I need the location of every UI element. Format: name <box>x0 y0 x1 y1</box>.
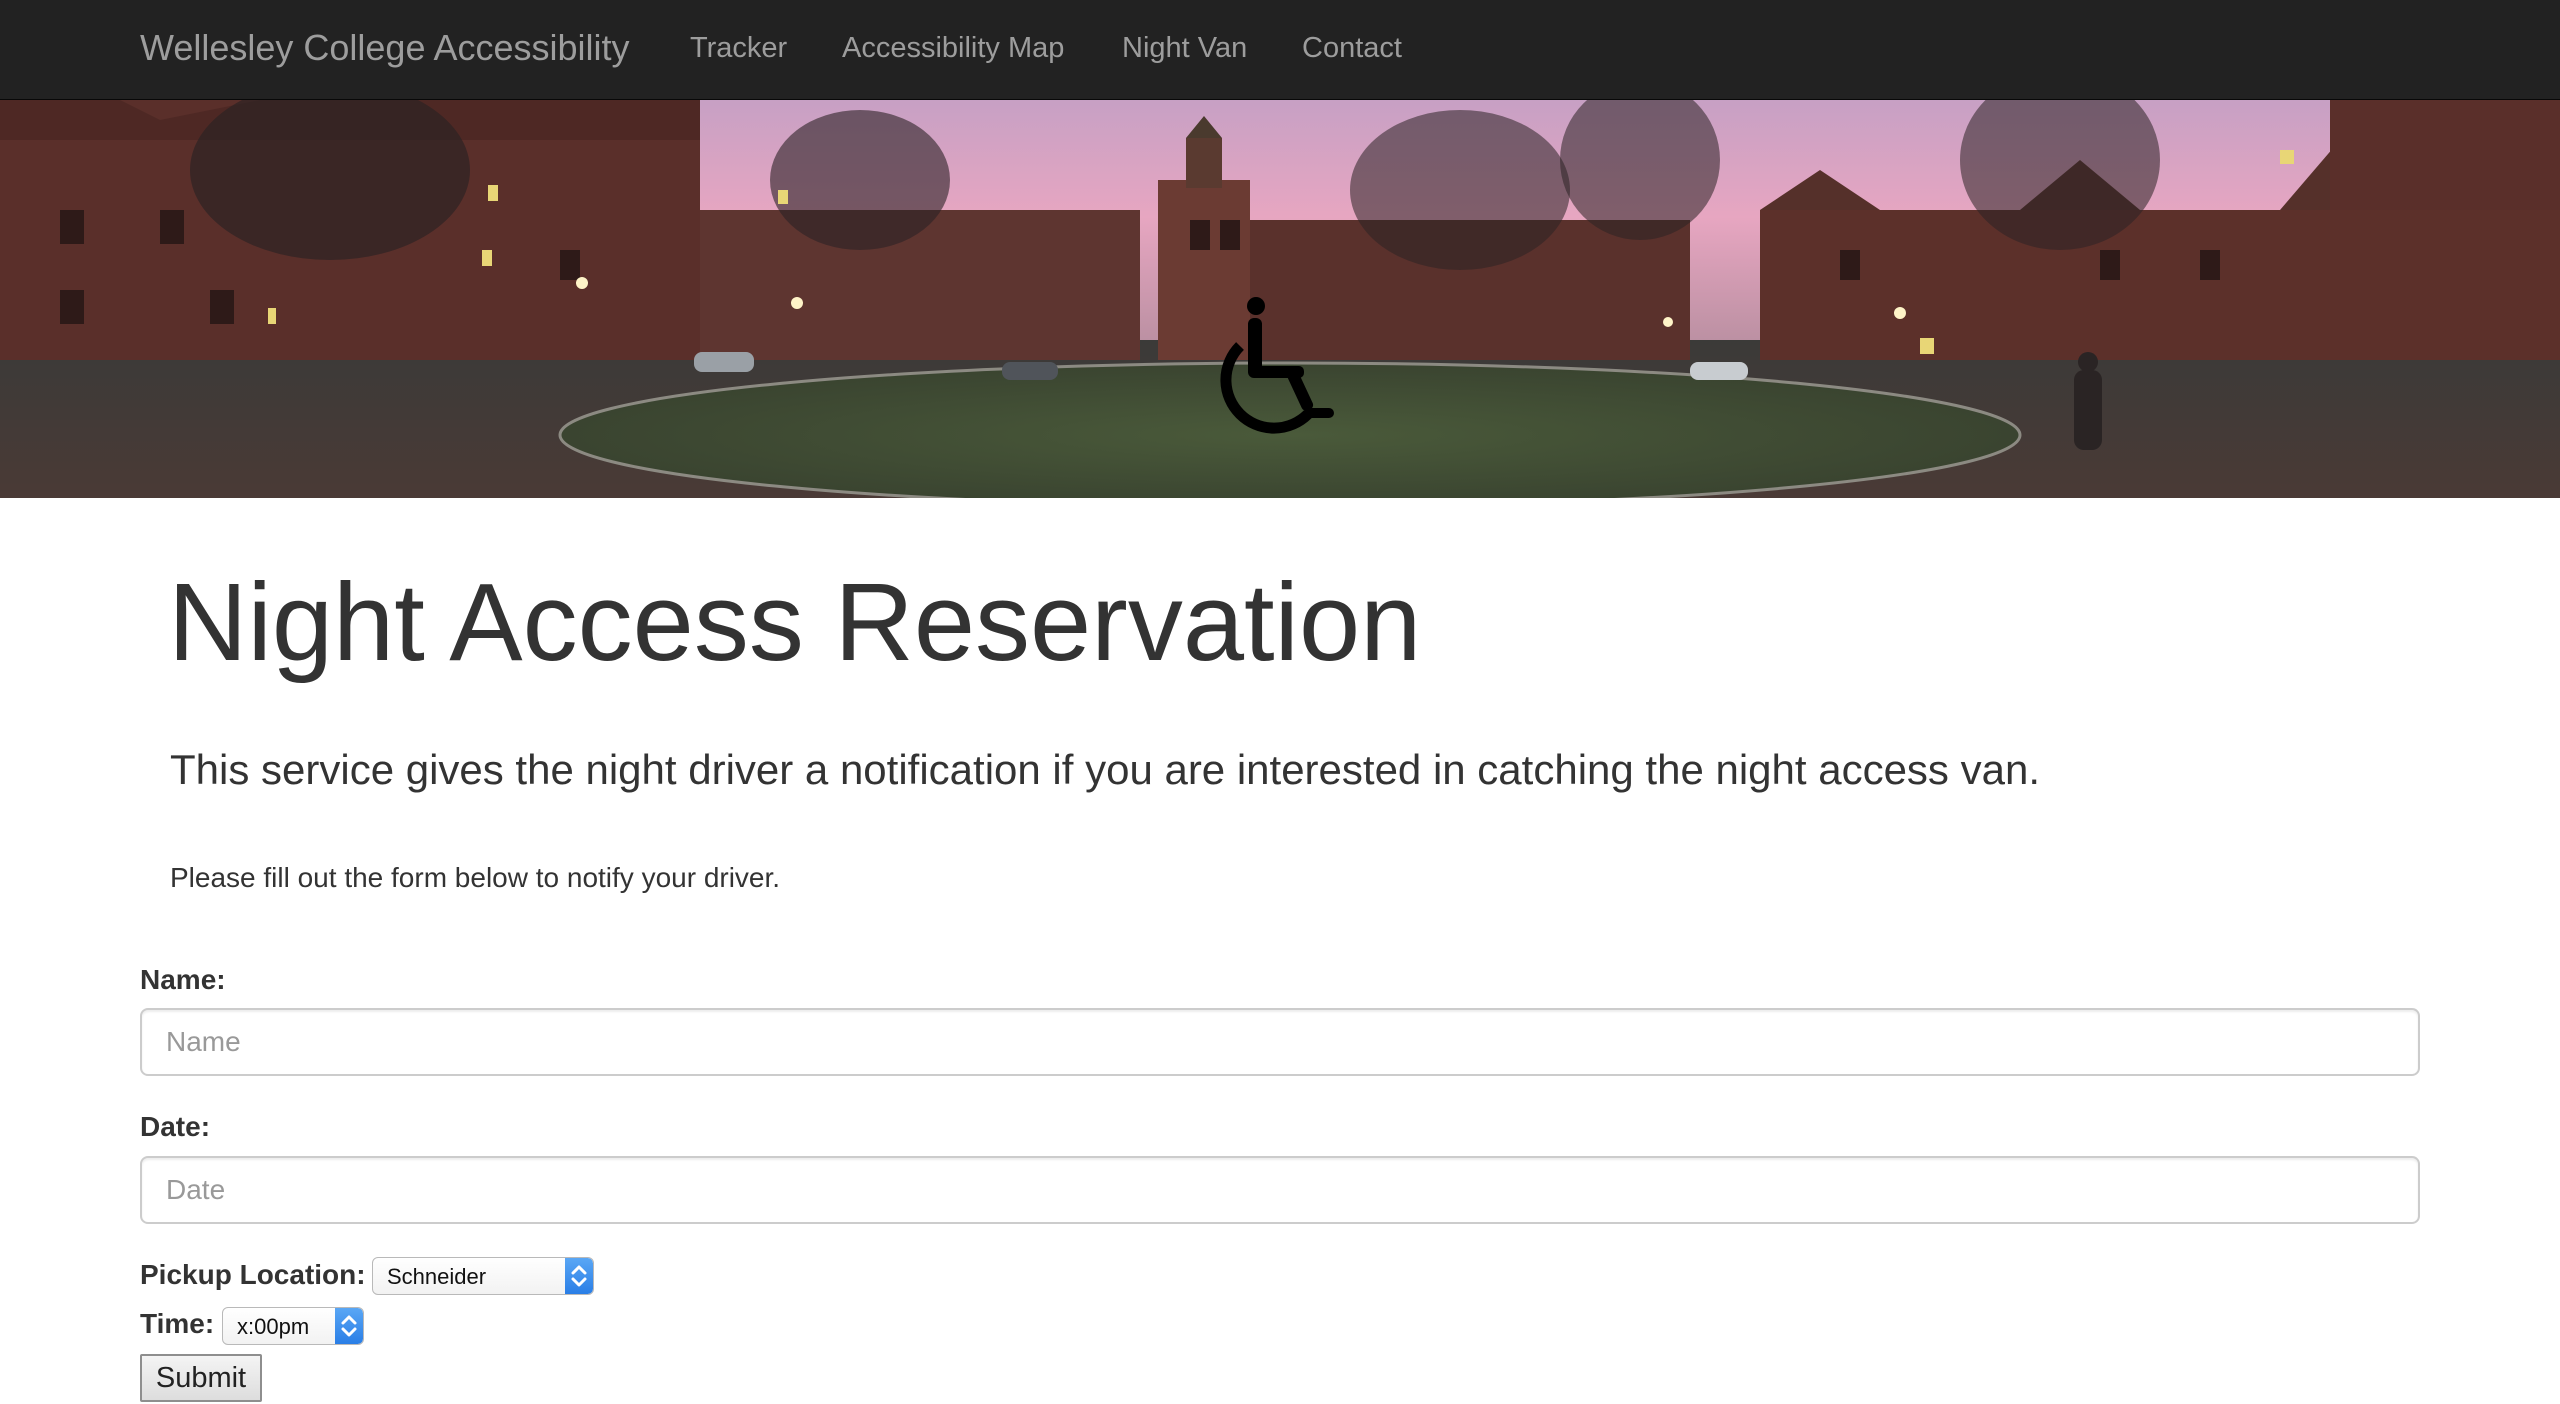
submit-button[interactable]: Submit <box>140 1354 262 1402</box>
nav-link-accessibility-map[interactable]: Accessibility Map <box>842 30 1064 66</box>
pickup-location-label: Pickup Location: <box>140 1259 366 1290</box>
nav-link-contact[interactable]: Contact <box>1302 30 1402 66</box>
nav-link-tracker[interactable]: Tracker <box>690 30 787 66</box>
name-input[interactable] <box>140 1008 2420 1076</box>
name-label: Name: <box>140 964 226 995</box>
navbar-brand[interactable]: Wellesley College Accessibility <box>140 26 630 70</box>
top-navbar: Wellesley College Accessibility Tracker … <box>0 0 2560 100</box>
page-title: Night Access Reservation <box>168 561 1422 684</box>
select-arrows-icon <box>565 1258 593 1294</box>
time-selected: x:00pm <box>237 1314 310 1339</box>
form-instructions: Please fill out the form below to notify… <box>170 862 781 893</box>
time-select[interactable]: x:00pm <box>222 1307 364 1345</box>
time-label: Time: <box>140 1308 215 1339</box>
select-arrows-icon <box>335 1308 363 1344</box>
date-label: Date: <box>140 1111 211 1142</box>
hero-banner-image <box>0 100 2560 498</box>
page-lead-text: This service gives the night driver a no… <box>170 746 2040 793</box>
pickup-location-selected: Schneider <box>387 1264 487 1289</box>
date-input[interactable] <box>140 1156 2420 1224</box>
nav-link-night-van[interactable]: Night Van <box>1122 30 1247 66</box>
pickup-location-select[interactable]: Schneider <box>372 1257 594 1295</box>
